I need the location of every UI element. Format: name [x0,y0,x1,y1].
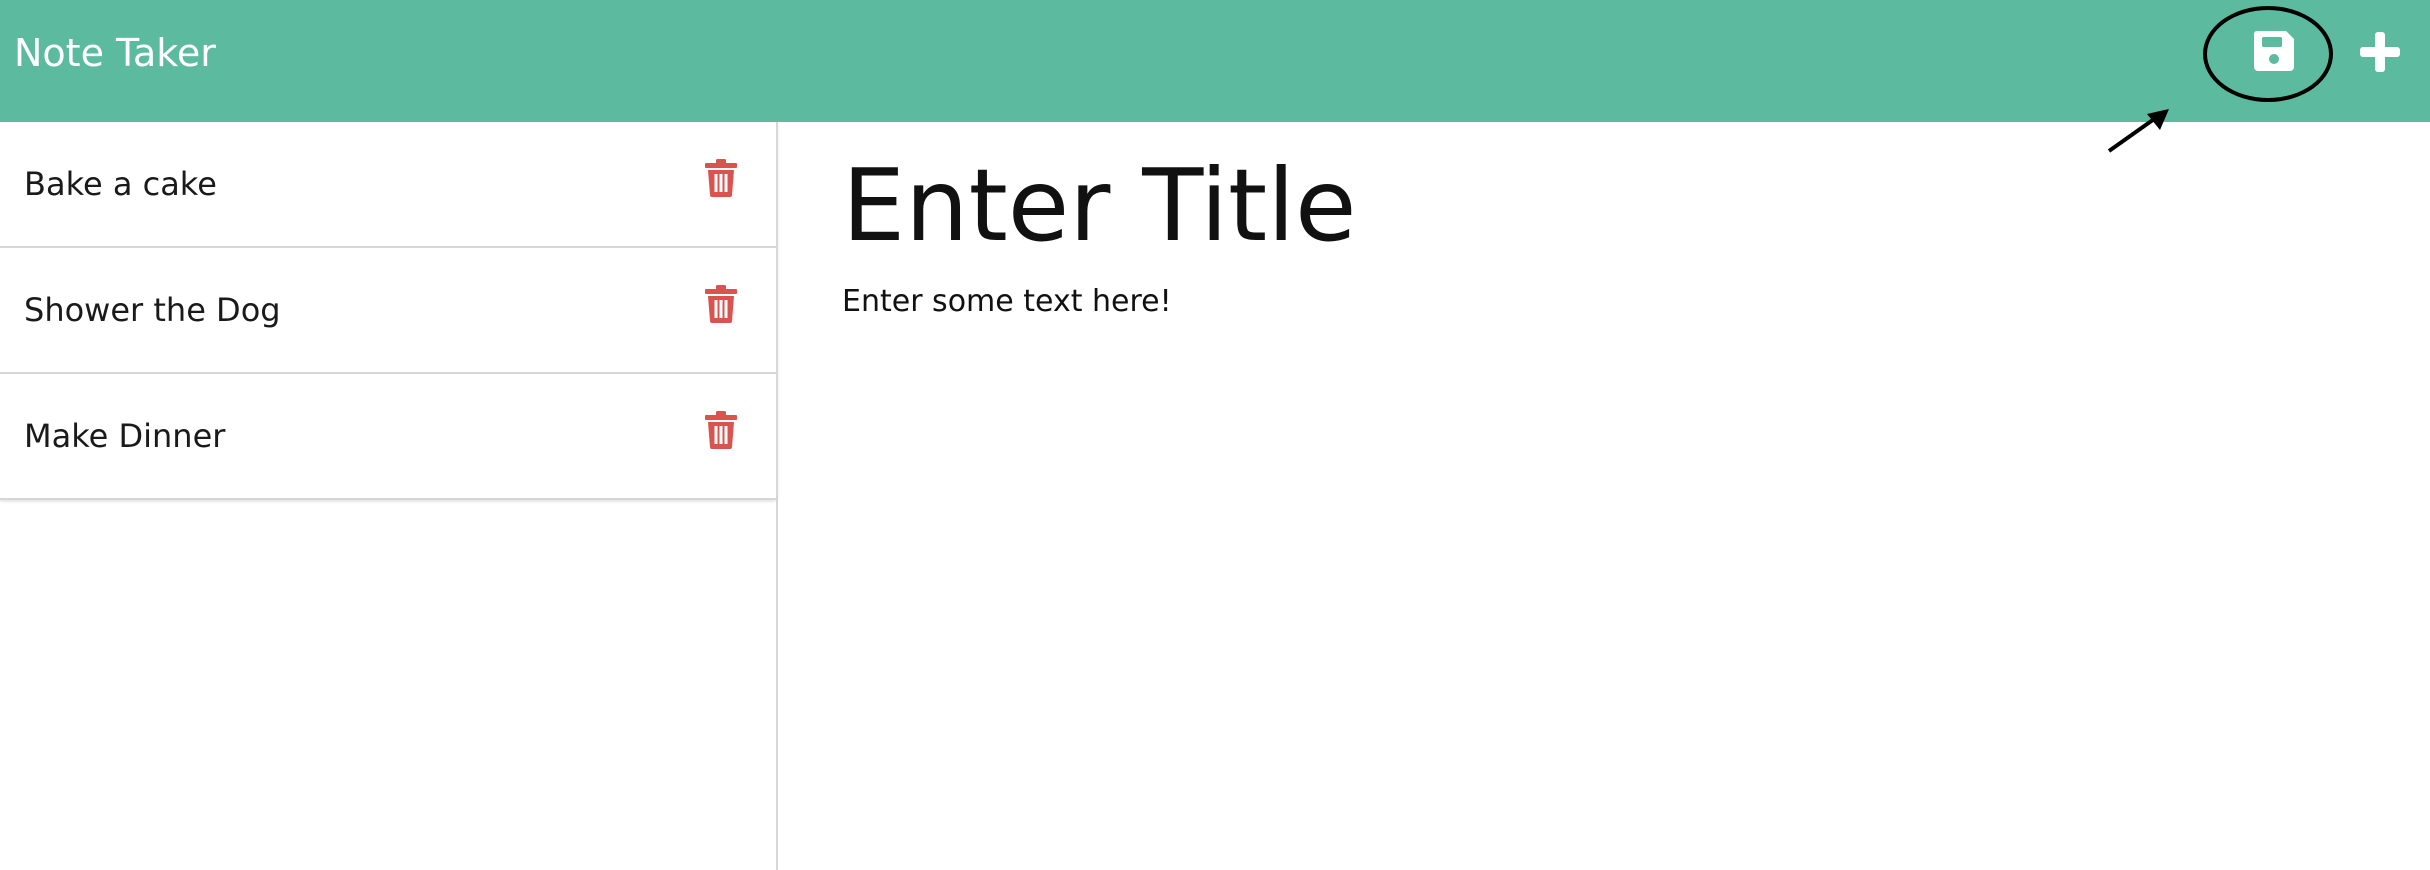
plus-icon[interactable] [2358,30,2402,74]
app-title[interactable]: Note Taker [14,28,216,78]
note-list-item[interactable]: Shower the Dog [0,248,778,374]
note-text-field[interactable] [842,280,2342,840]
note-item-title: Make Dinner [24,417,226,455]
note-title-field[interactable] [842,144,2242,268]
navbar: Note Taker [0,0,2430,122]
note-editor [780,122,2430,870]
note-list-item[interactable]: Bake a cake [0,122,778,248]
trash-icon[interactable] [705,159,737,197]
trash-icon[interactable] [705,285,737,323]
annotation-circle [2203,6,2333,102]
trash-icon[interactable] [705,411,737,449]
note-list: Bake a cake Shower the Dog Make Dinner [0,122,778,500]
note-list-item[interactable]: Make Dinner [0,374,778,500]
note-sidebar: Bake a cake Shower the Dog Make Dinner [0,122,778,870]
note-item-title: Bake a cake [24,165,217,203]
note-item-title: Shower the Dog [24,291,281,329]
